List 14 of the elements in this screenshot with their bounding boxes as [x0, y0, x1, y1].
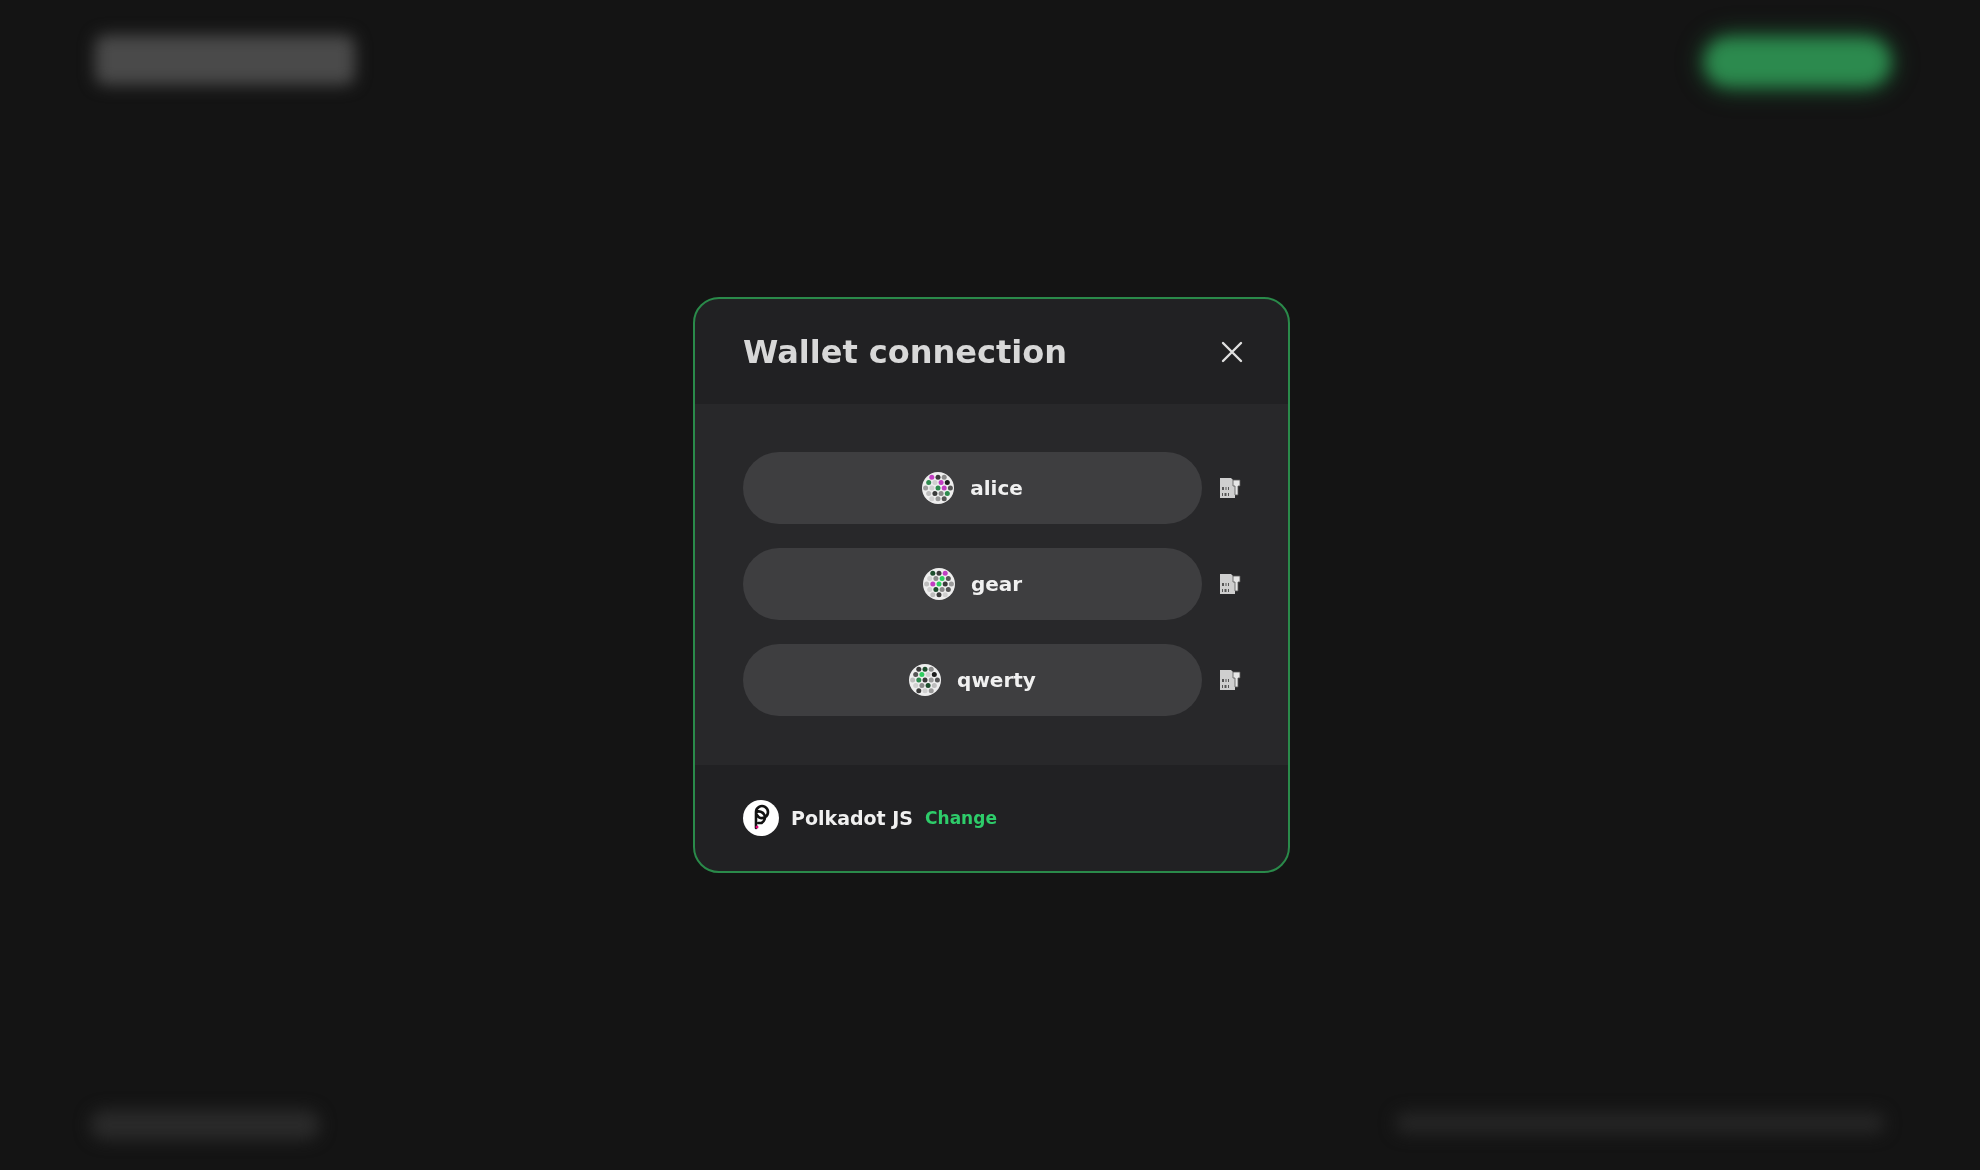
identicon-icon	[922, 568, 955, 600]
change-link[interactable]: Change	[925, 808, 997, 828]
key-file-icon[interactable]	[1218, 571, 1242, 597]
wallet-name: Polkadot JS	[791, 807, 914, 829]
key-file-icon[interactable]	[1218, 475, 1242, 501]
account-button[interactable]: alice	[743, 452, 1202, 524]
key-file-icon[interactable]	[1218, 667, 1242, 693]
identicon-icon	[909, 664, 942, 696]
identicon-icon	[922, 472, 955, 504]
modal-title: Wallet connection	[743, 332, 1068, 371]
close-icon[interactable]	[1220, 339, 1244, 364]
account-button[interactable]: qwerty	[743, 644, 1202, 716]
account-button[interactable]: gear	[743, 548, 1202, 620]
polkadot-logo-icon	[743, 800, 779, 836]
